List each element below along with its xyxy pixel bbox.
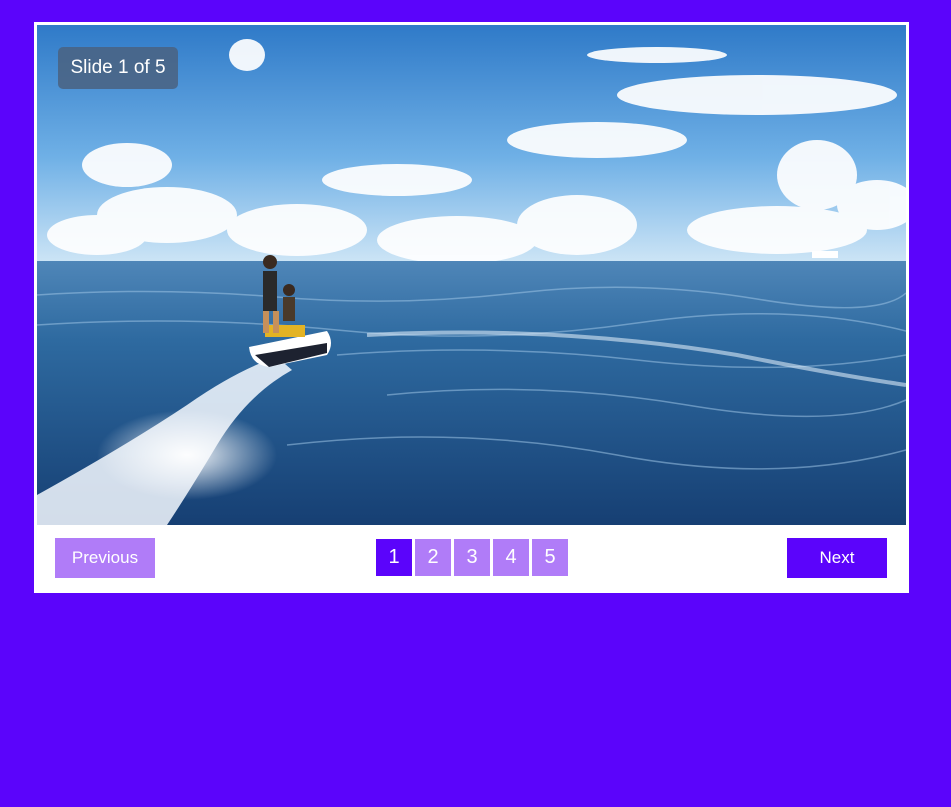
image-slider: Slide 1 of 5 Previous 1 2 3 4 5 Next — [34, 22, 909, 593]
slider-controls: Previous 1 2 3 4 5 Next — [34, 525, 909, 593]
page-button-4[interactable]: 4 — [493, 539, 529, 576]
page-button-1[interactable]: 1 — [376, 539, 412, 576]
page-button-3[interactable]: 3 — [454, 539, 490, 576]
pagination: 1 2 3 4 5 — [376, 539, 568, 576]
page-button-2[interactable]: 2 — [415, 539, 451, 576]
next-button[interactable]: Next — [787, 538, 887, 578]
slide-viewport: Slide 1 of 5 — [37, 25, 906, 525]
slide-image — [37, 25, 906, 525]
previous-button[interactable]: Previous — [55, 538, 155, 578]
page-button-5[interactable]: 5 — [532, 539, 568, 576]
slide-counter: Slide 1 of 5 — [58, 47, 178, 89]
